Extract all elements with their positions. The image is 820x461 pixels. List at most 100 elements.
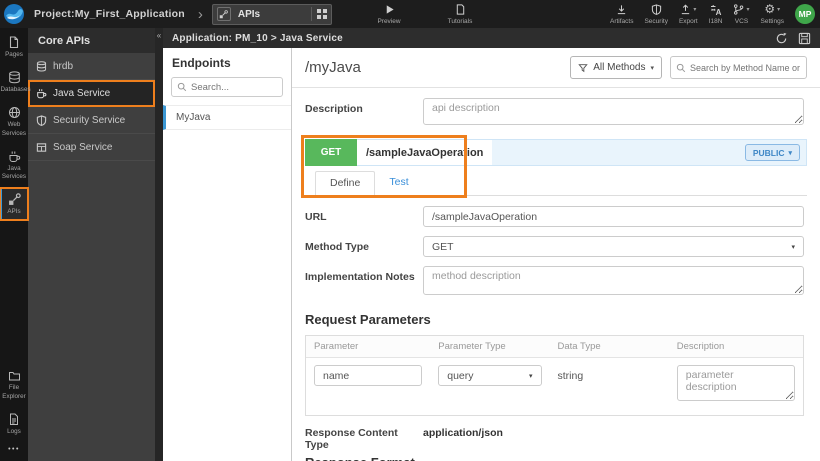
svg-text:A: A [715, 8, 721, 16]
description-textarea[interactable] [423, 98, 804, 125]
more-options-icon[interactable]: ••• [8, 446, 20, 453]
sidebar-item-pages[interactable]: Pages [0, 31, 28, 63]
security-button[interactable]: Security [644, 0, 668, 28]
tab-define[interactable]: Define [315, 171, 376, 196]
tab-apis[interactable]: APIs [211, 3, 332, 25]
collapse-panel-icon[interactable]: « [155, 28, 163, 44]
column-header: Description [676, 341, 725, 352]
sidebar-item-web-services[interactable]: Web Services [0, 101, 28, 141]
endpoints-search-input[interactable] [191, 81, 277, 93]
parameter-name-input[interactable] [314, 365, 423, 386]
folder-icon [8, 370, 21, 382]
export-button[interactable]: ▾ Export [679, 0, 698, 28]
caret-down-icon: ▾ [650, 64, 654, 72]
caret-down-icon: ▾ [693, 7, 697, 13]
chevron-right-icon: › [197, 5, 203, 23]
core-api-item-java-service[interactable]: Java Service [28, 80, 155, 107]
response-format-title: Response Format [305, 455, 807, 461]
method-badge: GET [305, 139, 357, 166]
search-icon [676, 63, 686, 73]
caret-down-icon: ▾ [529, 372, 533, 380]
save-icon[interactable] [798, 32, 811, 45]
translate-icon: A [710, 3, 722, 16]
application-header-bar: Application: PM_10 > Java Service [163, 28, 820, 48]
sidebar-item-logs[interactable]: Logs [0, 408, 28, 440]
grid-icon[interactable] [310, 7, 327, 21]
sidebar-item-java-services[interactable]: Java Services [0, 145, 28, 185]
topbar-right-actions: Artifacts Security ▾ Export A I18N ▾ VCS… [610, 0, 815, 28]
parameter-data-type: string [557, 370, 584, 382]
sidebar-item-apis[interactable]: APIs [0, 187, 29, 222]
all-methods-dropdown[interactable]: All Methods ▾ [570, 56, 662, 79]
operation-header[interactable]: GET /sampleJavaOperation PUBLIC ▾ [305, 139, 807, 166]
column-header: Parameter Type [438, 341, 506, 352]
description-label: Description [305, 103, 363, 115]
page-icon [8, 36, 20, 49]
service-header: /myJava All Methods ▾ [292, 48, 820, 88]
endpoint-item-myjava[interactable]: MyJava [163, 105, 291, 130]
api-connector-icon [216, 7, 231, 21]
method-type-select[interactable]: GET ▾ [423, 236, 804, 257]
column-header: Parameter [314, 341, 359, 352]
parameter-description-textarea[interactable] [676, 365, 795, 401]
coffee-icon [8, 150, 21, 163]
user-avatar[interactable]: MP [795, 4, 815, 24]
refresh-icon[interactable] [775, 32, 788, 45]
core-api-item-soap-service[interactable]: Soap Service [28, 134, 155, 161]
core-api-item-security-service[interactable]: Security Service [28, 107, 155, 134]
url-input[interactable] [423, 206, 804, 227]
database-icon [36, 60, 47, 72]
main-content: /myJava All Methods ▾ Description [292, 48, 820, 461]
shield-icon [651, 3, 662, 16]
tutorials-button[interactable]: Tutorials [438, 0, 482, 28]
endpoints-search-box[interactable] [171, 77, 283, 97]
implementation-notes-textarea[interactable] [423, 266, 804, 295]
core-apis-title: Core APIs [28, 28, 155, 53]
artifacts-button[interactable]: Artifacts [610, 0, 633, 28]
breadcrumb: Application: PM_10 > Java Service [172, 32, 343, 44]
caret-down-icon: ▾ [788, 149, 792, 157]
endpoints-panel: Endpoints MyJava [163, 48, 292, 461]
method-search-input[interactable] [690, 62, 801, 73]
endpoints-title: Endpoints [172, 56, 231, 70]
globe-icon [8, 106, 21, 119]
implementation-notes-label: Implementation Notes [305, 271, 415, 283]
project-name[interactable]: Project:My_First_Application [34, 8, 185, 20]
download-icon [616, 3, 627, 16]
search-icon [177, 82, 187, 92]
left-rail: Pages Databases Web Services Java Servic… [0, 28, 31, 461]
url-label: URL [305, 211, 327, 223]
core-api-item-hrdb[interactable]: hrdb [28, 53, 155, 80]
play-icon [384, 3, 395, 16]
log-file-icon [8, 413, 20, 426]
settings-button[interactable]: ⚙ ▾ Settings [761, 0, 785, 28]
tab-apis-label: APIs [237, 8, 261, 20]
service-title: /myJava [305, 59, 361, 76]
operation-path[interactable]: /sampleJavaOperation [357, 140, 493, 165]
app-window: Project:My_First_Application › APIs Prev… [0, 0, 820, 461]
sidebar-item-file-explorer[interactable]: File Explorer [0, 365, 28, 404]
panel-collapse-strip: « [155, 28, 163, 461]
parameter-type-select[interactable]: query ▾ [438, 365, 542, 386]
gear-icon: ⚙ [764, 2, 776, 16]
database-icon [8, 71, 21, 84]
operation-tabs: Define Test [305, 171, 807, 196]
tutorials-doc-icon [455, 3, 466, 16]
request-parameters-header-row: Parameter Parameter Type Data Type Descr… [306, 336, 803, 358]
response-content-type-value: application/json [423, 427, 503, 439]
caret-down-icon: ▾ [777, 7, 781, 13]
core-apis-panel: Core APIs hrdb Java Service Security Ser… [28, 28, 155, 461]
soap-icon [36, 142, 47, 153]
operation-section: GET /sampleJavaOperation PUBLIC ▾ Define… [301, 135, 807, 198]
method-search-box[interactable] [670, 56, 807, 79]
visibility-dropdown[interactable]: PUBLIC ▾ [744, 144, 800, 161]
preview-button[interactable]: Preview [369, 0, 409, 28]
sidebar-item-databases[interactable]: Databases [0, 66, 31, 98]
tab-test[interactable]: Test [375, 171, 422, 195]
upload-icon [680, 4, 691, 15]
i18n-button[interactable]: A I18N [709, 0, 722, 28]
shield-icon [36, 114, 47, 126]
vcs-button[interactable]: ▾ VCS [733, 0, 750, 28]
wavemaker-logo-icon[interactable] [3, 3, 25, 25]
branch-icon [733, 4, 744, 15]
